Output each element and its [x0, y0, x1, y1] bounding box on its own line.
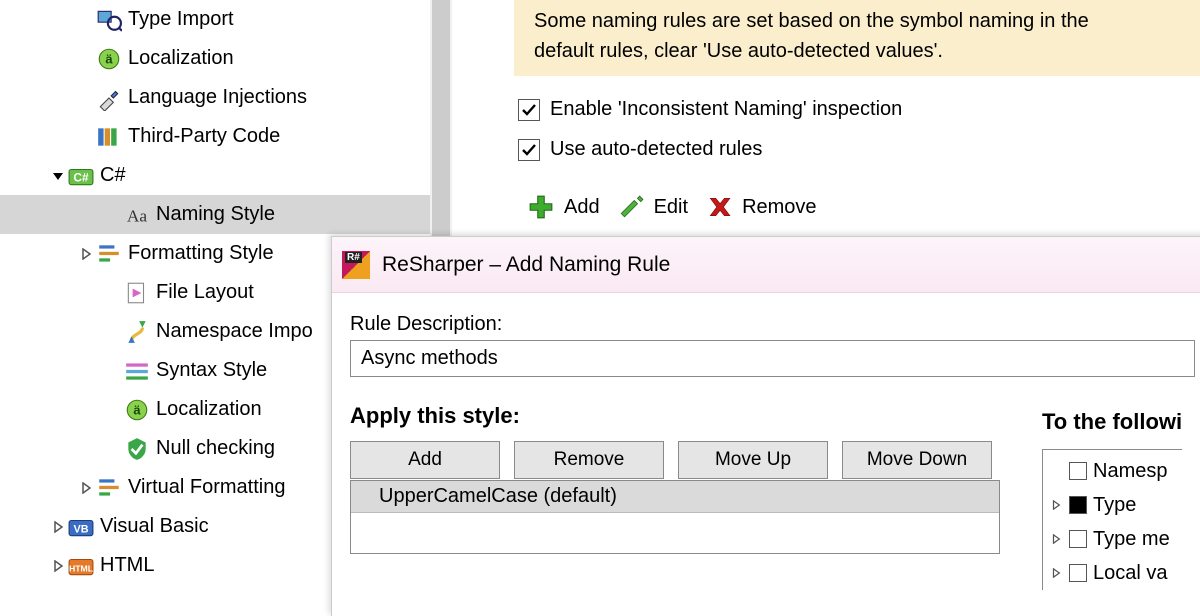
entity-checkbox[interactable] [1069, 496, 1087, 514]
tree-item-label: Null checking [156, 437, 275, 460]
tree-item-label: Language Injections [128, 86, 307, 109]
apply-style-heading: Apply this style: [350, 403, 1000, 429]
edit-rule-button[interactable]: Edit [618, 194, 688, 220]
tree-item-third-party-code[interactable]: Third-Party Code [0, 117, 430, 156]
tree-item-label: Virtual Formatting [128, 476, 285, 499]
style-moveup-button[interactable]: Move Up [678, 441, 828, 479]
expand-arrow-icon[interactable] [1049, 534, 1063, 544]
entity-label: Namesp [1093, 460, 1167, 483]
checkbox-icon [518, 99, 540, 121]
resharper-icon [342, 251, 370, 279]
rule-description-label: Rule Description: [350, 313, 1193, 336]
naming-icon: Aa [124, 202, 150, 228]
expand-arrow-icon[interactable] [50, 521, 66, 533]
syntax-icon [124, 358, 150, 384]
svg-text:VB: VB [73, 523, 88, 535]
file-layout-icon [124, 280, 150, 306]
entity-label: Type [1093, 494, 1136, 517]
formatting-icon [96, 475, 122, 501]
formatting-icon [96, 241, 122, 267]
expand-arrow-icon[interactable] [78, 248, 94, 260]
plus-icon [528, 194, 554, 220]
rule-description-input[interactable] [350, 340, 1195, 377]
add-naming-rule-dialog: ReSharper – Add Naming Rule Rule Descrip… [331, 236, 1200, 616]
tree-item-language-injections[interactable]: Language Injections [0, 78, 430, 117]
svg-text:ä: ä [105, 51, 113, 66]
checkbox-label: Use auto-detected rules [550, 138, 762, 161]
tree-item-label: Third-Party Code [128, 125, 280, 148]
style-remove-button[interactable]: Remove [514, 441, 664, 479]
style-list-item[interactable]: UpperCamelCase (default) [351, 481, 999, 513]
info-banner-line: default rules, clear 'Use auto-detected … [534, 36, 1194, 66]
injection-icon [96, 85, 122, 111]
expand-arrow-icon[interactable] [78, 482, 94, 494]
svg-text:C#: C# [73, 170, 89, 184]
expand-arrow-icon[interactable] [1049, 500, 1063, 510]
entities-column: To the followi Namesp Type Type me Local va [1042, 409, 1182, 590]
expand-arrow-icon[interactable] [1049, 568, 1063, 578]
entity-item[interactable]: Type me [1043, 522, 1182, 556]
tree-item-label: Localization [128, 47, 234, 70]
tree-item-label: Naming Style [156, 203, 275, 226]
tree-item-label: Visual Basic [100, 515, 209, 538]
entities-heading: To the followi [1042, 409, 1182, 435]
tree-item-naming-style[interactable]: Aa Naming Style [0, 195, 430, 234]
tree-item-localization[interactable]: ä Localization [0, 39, 430, 78]
checkbox-label: Enable 'Inconsistent Naming' inspection [550, 98, 902, 121]
tree-item-label: Syntax Style [156, 359, 267, 382]
type-import-icon [96, 7, 122, 33]
svg-text:HTML: HTML [69, 563, 94, 573]
info-banner-line: Some naming rules are set based on the s… [534, 6, 1194, 36]
pencil-icon [618, 194, 644, 220]
info-banner: Some naming rules are set based on the s… [514, 0, 1200, 76]
entity-checkbox[interactable] [1069, 530, 1087, 548]
entities-list[interactable]: Namesp Type Type me Local va [1042, 449, 1182, 590]
entity-item[interactable]: Namesp [1043, 454, 1182, 488]
expand-arrow-icon[interactable] [50, 170, 66, 182]
style-list[interactable]: UpperCamelCase (default) [350, 480, 1000, 554]
tree-item-c-[interactable]: C# C# [0, 156, 430, 195]
checkbox-icon [518, 139, 540, 161]
use-auto-detected-checkbox[interactable]: Use auto-detected rules [518, 138, 762, 161]
expand-arrow-icon[interactable] [50, 560, 66, 572]
entity-checkbox[interactable] [1069, 462, 1087, 480]
localization-icon: ä [124, 397, 150, 423]
null-check-icon [124, 436, 150, 462]
tree-item-label: Localization [156, 398, 262, 421]
toolbar-label: Edit [654, 196, 688, 219]
html-icon: HTML [68, 553, 94, 579]
vb-icon: VB [68, 514, 94, 540]
style-movedown-button[interactable]: Move Down [842, 441, 992, 479]
entity-checkbox[interactable] [1069, 564, 1087, 582]
tree-item-type-import[interactable]: Type Import [0, 0, 430, 39]
x-icon [706, 194, 732, 220]
svg-text:Aa: Aa [127, 206, 148, 225]
tree-item-label: Type Import [128, 8, 234, 31]
dialog-titlebar[interactable]: ReSharper – Add Naming Rule [332, 237, 1200, 293]
entity-label: Type me [1093, 528, 1170, 551]
entity-item[interactable]: Type [1043, 488, 1182, 522]
entity-label: Local va [1093, 562, 1168, 585]
tree-item-label: File Layout [156, 281, 254, 304]
svg-text:ä: ä [133, 402, 141, 417]
toolbar-label: Remove [742, 196, 816, 219]
toolbar-label: Add [564, 196, 600, 219]
enable-inspection-checkbox[interactable]: Enable 'Inconsistent Naming' inspection [518, 98, 902, 121]
namespace-icon [124, 319, 150, 345]
entity-item[interactable]: Local va [1043, 556, 1182, 590]
dialog-title: ReSharper – Add Naming Rule [382, 253, 670, 277]
style-button-row: Add Remove Move Up Move Down [350, 441, 1000, 479]
localization-icon: ä [96, 46, 122, 72]
rules-toolbar: Add Edit Remove [528, 194, 817, 220]
style-add-button[interactable]: Add [350, 441, 500, 479]
remove-rule-button[interactable]: Remove [706, 194, 816, 220]
books-icon [96, 124, 122, 150]
tree-item-label: Namespace Impo [156, 320, 313, 343]
tree-item-label: Formatting Style [128, 242, 274, 265]
tree-item-label: HTML [100, 554, 154, 577]
add-rule-button[interactable]: Add [528, 194, 600, 220]
csharp-icon: C# [68, 163, 94, 189]
tree-item-label: C# [100, 164, 126, 187]
